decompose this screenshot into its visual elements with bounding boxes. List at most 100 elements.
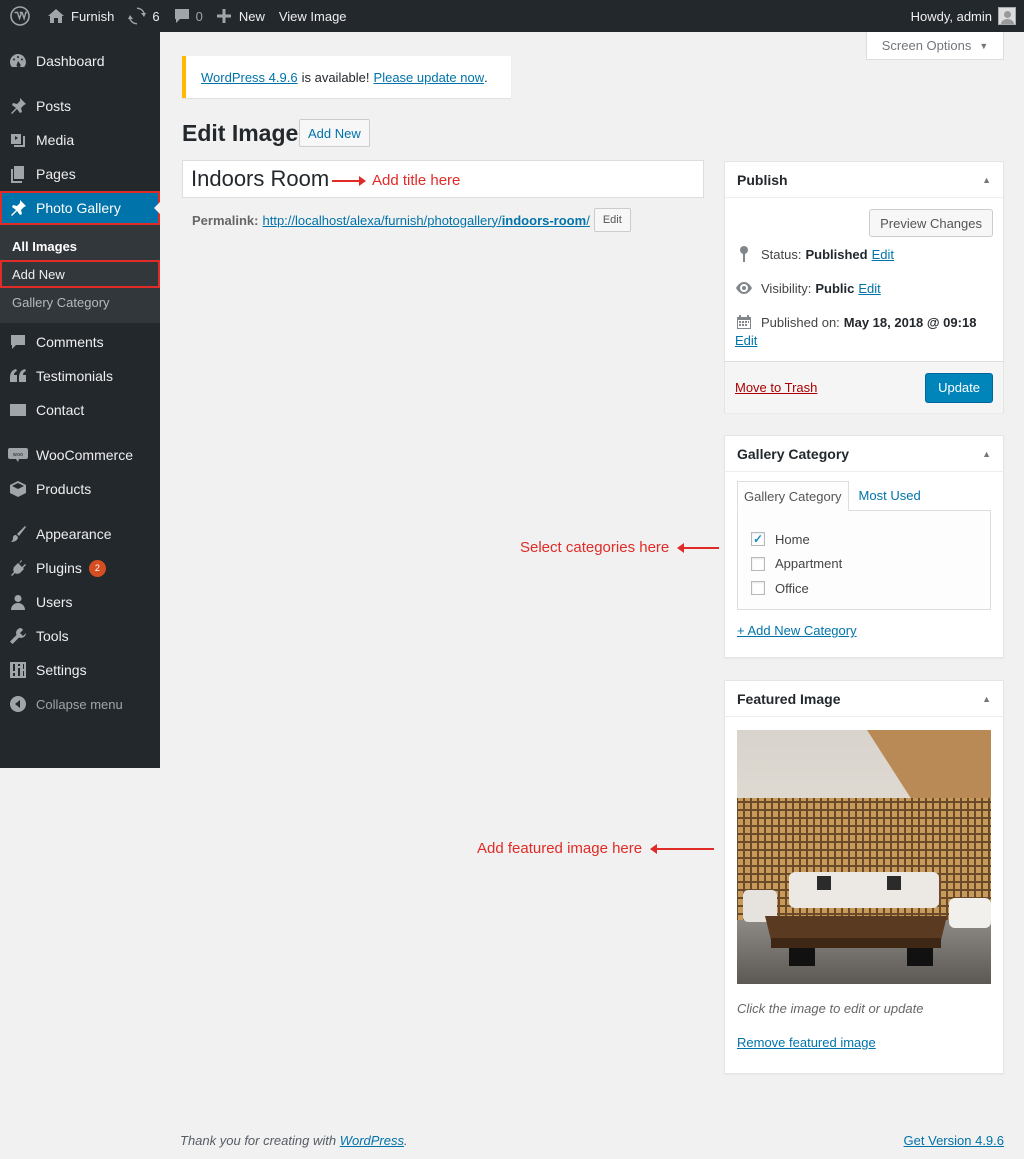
avatar — [998, 7, 1016, 25]
sidebar-item-settings[interactable]: Settings — [0, 653, 160, 687]
pages-icon — [8, 164, 28, 184]
site-name-link[interactable]: Furnish — [40, 0, 121, 32]
account-menu[interactable]: Howdy, admin — [904, 0, 1024, 32]
footer-wordpress-link[interactable]: WordPress — [340, 1133, 404, 1148]
gallery-category-heading: Gallery Category — [737, 445, 850, 462]
sidebar-item-media[interactable]: Media — [0, 123, 160, 157]
publish-actions: Move to Trash Update — [725, 361, 1003, 413]
sidebar-item-pages[interactable]: Pages — [0, 157, 160, 191]
wordpress-logo-icon[interactable] — [0, 0, 40, 32]
featured-image-box-header[interactable]: Featured Image ▲ — [725, 681, 1003, 717]
category-tabs: Gallery Category Most Used — [725, 480, 1003, 511]
get-version-link[interactable]: Get Version 4.9.6 — [904, 1133, 1004, 1148]
sidebar-label: Tools — [36, 628, 69, 644]
view-image-link[interactable]: View Image — [272, 0, 354, 32]
footer-thanks: Thank you for creating with WordPress. — [180, 1133, 408, 1148]
paintbrush-icon — [8, 524, 28, 544]
sidebar-label: Photo Gallery — [36, 200, 121, 216]
update-now-link[interactable]: Please update now — [374, 70, 485, 85]
sidebar-item-users[interactable]: Users — [0, 585, 160, 619]
remove-featured-image-link[interactable]: Remove featured image — [737, 1035, 991, 1050]
tab-all-categories[interactable]: Gallery Category — [737, 481, 849, 511]
sidebar-item-contact[interactable]: Contact — [0, 393, 160, 427]
gallery-category-box-header[interactable]: Gallery Category ▲ — [725, 436, 1003, 472]
permalink-label: Permalink: — [192, 212, 259, 228]
sidebar-label: Testimonials — [36, 368, 114, 384]
screen-options-button[interactable]: Screen Options ▼ — [866, 32, 1004, 60]
visibility-value: Public — [815, 280, 855, 296]
sidebar-item-tools[interactable]: Tools — [0, 619, 160, 653]
eye-icon — [735, 279, 753, 297]
status-edit-link[interactable]: Edit — [872, 247, 894, 262]
permalink-slug: indoors-room — [501, 212, 587, 228]
categories-annotation-text: Select categories here — [520, 539, 670, 556]
preview-changes-button[interactable]: Preview Changes — [869, 209, 993, 237]
category-label: Appartment — [775, 556, 843, 572]
sidebar-label: Users — [36, 594, 73, 610]
admin-bar: Furnish 6 0 New View Image Howdy, admin — [0, 0, 1024, 32]
published-on-row: Published on: May 18, 2018 @ 09:18 — [735, 311, 1003, 333]
collapse-up-icon[interactable]: ▲ — [982, 694, 991, 704]
add-new-button[interactable]: Add New — [299, 119, 370, 147]
wordpress-version-link[interactable]: WordPress 4.9.6 — [201, 70, 298, 85]
submenu-gallery-category[interactable]: Gallery Category — [0, 288, 160, 316]
category-checkbox-office[interactable] — [751, 581, 765, 596]
category-item[interactable]: Office — [751, 576, 990, 601]
category-checkbox-appartment[interactable] — [751, 556, 765, 571]
categories-annotation: Select categories here — [520, 539, 720, 556]
comments-link[interactable]: 0 — [167, 0, 210, 32]
visibility-row: Visibility: Public Edit — [735, 277, 1003, 299]
sidebar-item-products[interactable]: Products — [0, 472, 160, 506]
published-on-edit-link[interactable]: Edit — [735, 333, 757, 348]
plugins-update-badge: 2 — [88, 559, 106, 577]
category-checkbox-home[interactable] — [751, 532, 765, 547]
visibility-edit-link[interactable]: Edit — [858, 281, 880, 296]
tab-most-used[interactable]: Most Used — [853, 480, 927, 510]
sidebar-item-comments[interactable]: Comments — [0, 325, 160, 359]
photo-gallery-submenu: All Images Add New Gallery Category — [0, 225, 160, 323]
sidebar-item-plugins[interactable]: Plugins 2 — [0, 551, 160, 585]
featured-annotation: Add featured image here — [477, 840, 715, 857]
updates-count: 6 — [152, 8, 160, 24]
featured-image-thumbnail[interactable] — [737, 730, 991, 984]
collapse-menu-button[interactable]: Collapse menu — [0, 687, 160, 721]
howdy-text: Howdy, admin — [910, 8, 992, 24]
sidebar-label: Media — [36, 132, 75, 148]
featured-image-box: Featured Image ▲ Click the image to edit… — [724, 680, 1004, 1074]
woocommerce-icon: woo — [8, 445, 28, 465]
collapse-up-icon[interactable]: ▲ — [982, 175, 991, 185]
sidebar-item-testimonials[interactable]: Testimonials — [0, 359, 160, 393]
featured-annotation-text: Add featured image here — [477, 840, 643, 857]
permalink-url[interactable]: http://localhost/alexa/furnish/photogall… — [262, 213, 589, 228]
category-item[interactable]: Appartment — [751, 552, 990, 577]
wrench-icon — [8, 626, 28, 646]
notice-text: is available! — [301, 69, 370, 85]
sidebar-label: Products — [36, 481, 92, 497]
updates-link[interactable]: 6 — [121, 0, 166, 32]
publish-box-header[interactable]: Publish ▲ — [725, 162, 1003, 198]
comment-icon — [8, 332, 28, 352]
arrow-left-icon — [677, 542, 720, 553]
move-to-trash-link[interactable]: Move to Trash — [735, 380, 817, 395]
sidebar-item-posts[interactable]: Posts — [0, 89, 160, 123]
publish-box: Publish ▲ Preview Changes Status: Publis… — [724, 161, 1004, 413]
sidebar-item-photo-gallery[interactable]: Photo Gallery — [0, 191, 161, 225]
media-icon — [8, 130, 28, 150]
submenu-add-new[interactable]: Add New — [0, 260, 160, 288]
category-item[interactable]: Home — [751, 527, 990, 552]
sidebar-item-woocommerce[interactable]: woo WooCommerce — [0, 438, 160, 472]
sidebar-label: Collapse menu — [36, 696, 123, 712]
collapse-up-icon[interactable]: ▲ — [982, 449, 991, 459]
site-name: Furnish — [71, 8, 115, 24]
plugin-icon — [8, 558, 28, 578]
permalink-edit-button[interactable]: Edit — [593, 208, 631, 232]
add-new-category-link[interactable]: + Add New Category — [737, 623, 857, 638]
new-content-link[interactable]: New — [210, 0, 272, 32]
update-button[interactable]: Update — [925, 372, 993, 403]
sidebar-label: Pages — [36, 166, 76, 182]
sidebar-item-appearance[interactable]: Appearance — [0, 517, 160, 551]
sidebar-item-dashboard[interactable]: Dashboard — [0, 44, 160, 78]
permalink-row: Permalink: http://localhost/alexa/furnis… — [192, 208, 631, 232]
comment-icon — [174, 9, 189, 23]
submenu-all-images[interactable]: All Images — [0, 232, 160, 260]
